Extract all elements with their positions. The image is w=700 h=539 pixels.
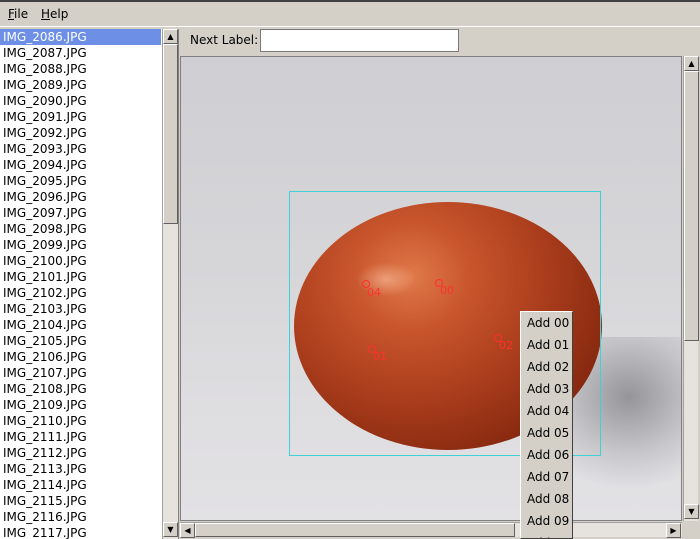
file-list-item[interactable]: IMG_2108.JPG: [0, 381, 161, 397]
file-list-item[interactable]: IMG_2103.JPG: [0, 301, 161, 317]
file-list-item[interactable]: IMG_2093.JPG: [0, 141, 161, 157]
scroll-up-arrow-icon[interactable]: ▲: [684, 56, 699, 71]
file-list-item[interactable]: IMG_2110.JPG: [0, 413, 161, 429]
context-menu-item[interactable]: Add 00: [521, 312, 572, 334]
context-menu-item[interactable]: Add 08: [521, 488, 572, 510]
menu-file[interactable]: File: [8, 7, 28, 21]
file-list-item[interactable]: IMG_2104.JPG: [0, 317, 161, 333]
context-menu-item[interactable]: Add 05: [521, 422, 572, 444]
file-list-item[interactable]: IMG_2087.JPG: [0, 45, 161, 61]
file-list-item[interactable]: IMG_2115.JPG: [0, 493, 161, 509]
file-list-item[interactable]: IMG_2107.JPG: [0, 365, 161, 381]
scroll-right-arrow-icon[interactable]: ▶: [666, 523, 681, 538]
file-list-item[interactable]: IMG_2086.JPG: [0, 29, 161, 45]
keypoint-label: 01: [373, 350, 387, 363]
file-list-item[interactable]: IMG_2092.JPG: [0, 125, 161, 141]
add-keypoint-context-menu: Add 00 Add 01 Add 02 Add 03 Add 04 Add 05 Add …: [520, 311, 573, 539]
file-list-item[interactable]: IMG_2112.JPG: [0, 445, 161, 461]
file-list-item[interactable]: IMG_2096.JPG: [0, 189, 161, 205]
context-menu-item[interactable]: Add 09: [521, 510, 572, 532]
file-list-item[interactable]: IMG_2095.JPG: [0, 173, 161, 189]
menu-file-rest: ile: [14, 7, 29, 21]
next-label-input[interactable]: [260, 29, 459, 52]
menu-help[interactable]: Help: [41, 7, 68, 21]
file-list-item[interactable]: IMG_2114.JPG: [0, 477, 161, 493]
file-list-item[interactable]: IMG_2098.JPG: [0, 221, 161, 237]
scroll-down-arrow-icon[interactable]: ▼: [684, 504, 699, 519]
file-list-item[interactable]: IMG_2116.JPG: [0, 509, 161, 525]
file-list-item[interactable]: IMG_2094.JPG: [0, 157, 161, 173]
menu-help-rest: elp: [50, 7, 69, 21]
file-list-item[interactable]: IMG_2088.JPG: [0, 61, 161, 77]
file-list-panel: IMG_2086.JPG IMG_2087.JPG IMG_2088.JPG IMG_…: [0, 29, 179, 539]
canvas-vertical-scrollbar[interactable]: ▲ ▼: [683, 56, 699, 521]
context-menu-item[interactable]: Add 06: [521, 444, 572, 466]
file-list[interactable]: IMG_2086.JPG IMG_2087.JPG IMG_2088.JPG IMG_…: [0, 29, 161, 539]
context-menu-item[interactable]: Add 01: [521, 334, 572, 356]
keypoint-label: 04: [367, 286, 381, 299]
file-list-item[interactable]: IMG_2101.JPG: [0, 269, 161, 285]
file-list-item[interactable]: IMG_2102.JPG: [0, 285, 161, 301]
scroll-up-arrow-icon[interactable]: ▲: [163, 29, 178, 44]
label-bar: Next Label:: [180, 29, 700, 54]
next-label-caption: Next Label:: [190, 33, 259, 47]
file-list-item[interactable]: IMG_2113.JPG: [0, 461, 161, 477]
file-list-item[interactable]: IMG_2111.JPG: [0, 429, 161, 445]
file-list-item[interactable]: IMG_2099.JPG: [0, 237, 161, 253]
keypoint-label: 00: [440, 284, 454, 297]
file-list-item[interactable]: IMG_2106.JPG: [0, 349, 161, 365]
context-menu-item[interactable]: Add 04: [521, 400, 572, 422]
menu-bar: File Help: [0, 2, 700, 27]
file-list-scroll-thumb[interactable]: [163, 44, 178, 224]
keypoint-label: 02: [499, 339, 513, 352]
file-list-item[interactable]: IMG_2091.JPG: [0, 109, 161, 125]
context-menu-item[interactable]: Add 07: [521, 466, 572, 488]
file-list-item[interactable]: IMG_2090.JPG: [0, 93, 161, 109]
file-list-item[interactable]: IMG_2109.JPG: [0, 397, 161, 413]
canvas-vscroll-thumb[interactable]: [684, 71, 699, 341]
file-list-item[interactable]: IMG_2089.JPG: [0, 77, 161, 93]
file-list-item[interactable]: IMG_2105.JPG: [0, 333, 161, 349]
context-menu-item[interactable]: Add 02: [521, 356, 572, 378]
file-list-item[interactable]: IMG_2100.JPG: [0, 253, 161, 269]
scroll-left-arrow-icon[interactable]: ◀: [180, 523, 195, 538]
canvas-horizontal-scrollbar[interactable]: ◀ ▶: [180, 522, 682, 538]
menu-help-mnemonic: H: [41, 7, 51, 21]
file-list-item[interactable]: IMG_2097.JPG: [0, 205, 161, 221]
canvas-hscroll-thumb[interactable]: [195, 523, 515, 537]
image-canvas[interactable]: 04 00 02 01: [180, 56, 682, 521]
context-menu-item[interactable]: Add 10: [521, 532, 572, 538]
file-list-scrollbar[interactable]: ▲ ▼: [162, 29, 178, 539]
scroll-down-arrow-icon[interactable]: ▼: [163, 522, 178, 537]
context-menu-item[interactable]: Add 03: [521, 378, 572, 400]
file-list-item[interactable]: IMG_2117.JPG: [0, 525, 161, 539]
